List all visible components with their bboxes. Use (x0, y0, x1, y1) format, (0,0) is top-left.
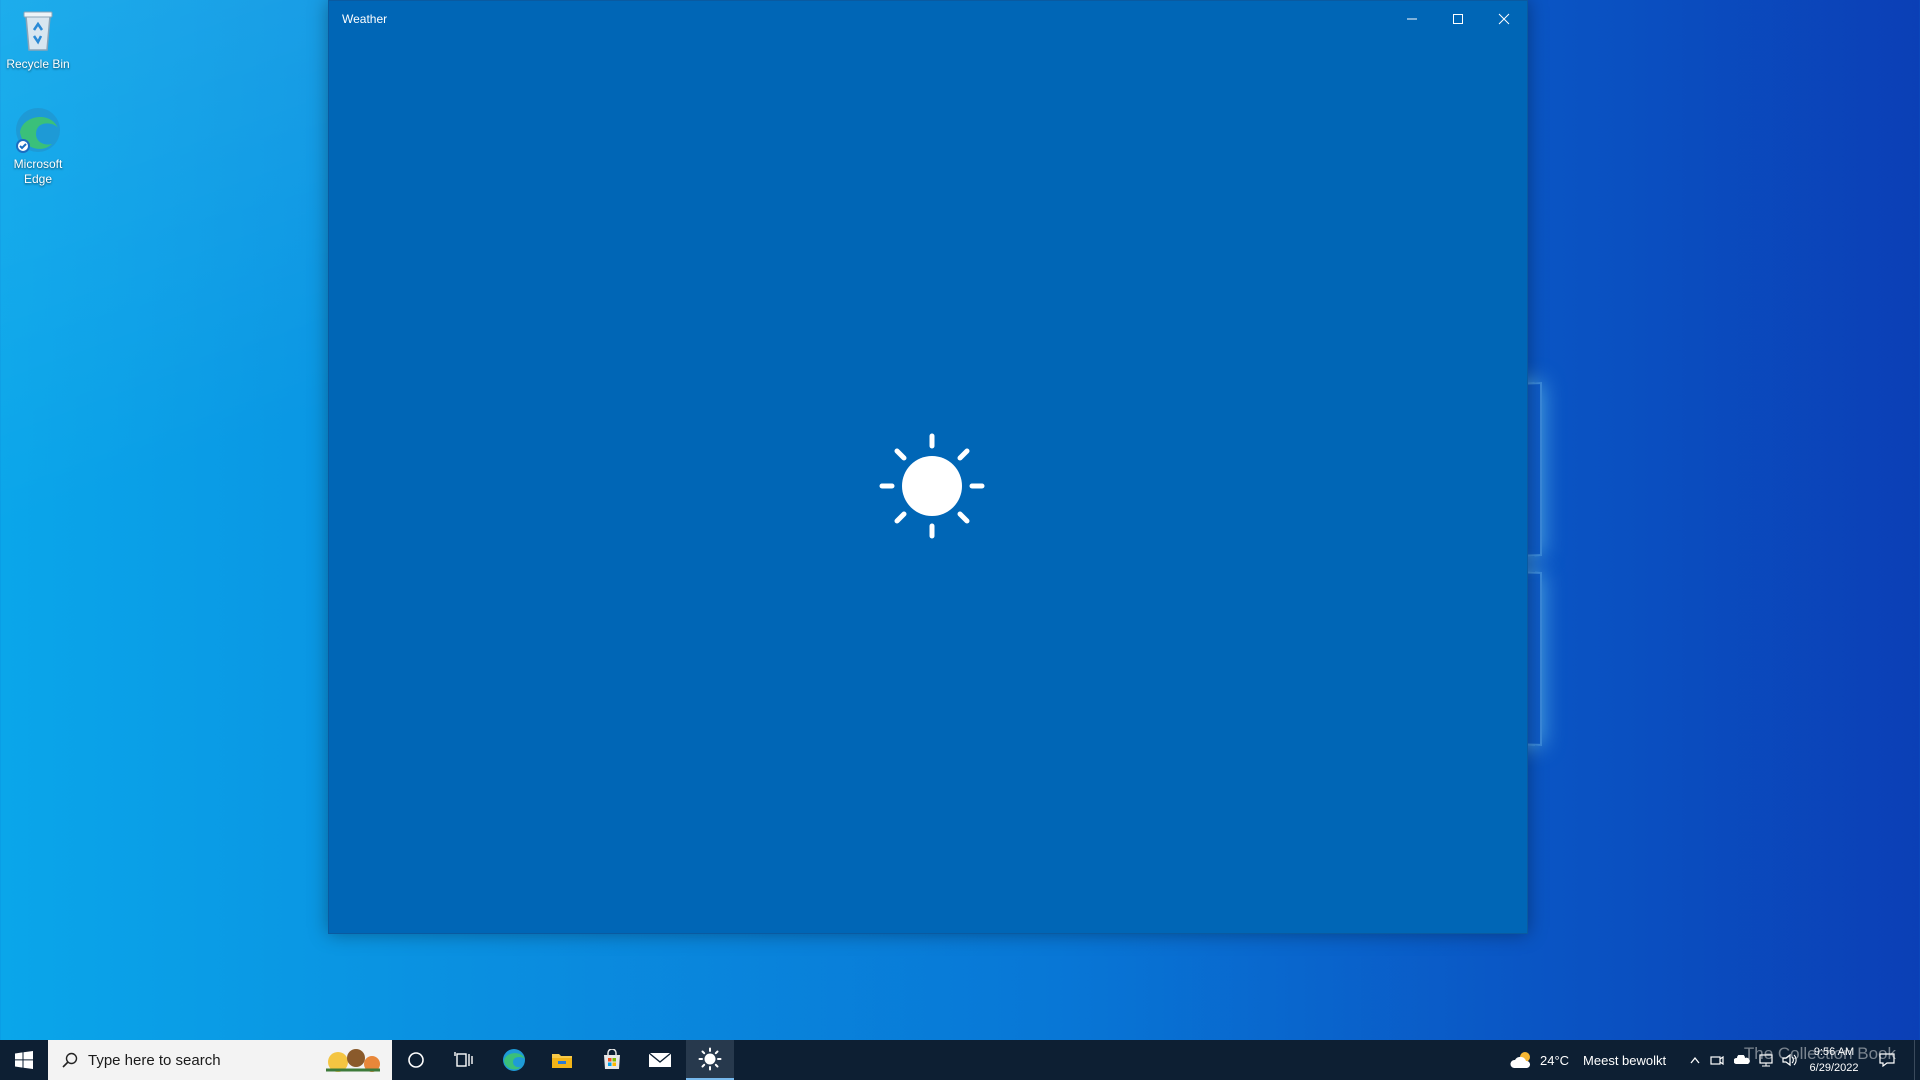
search-icon (62, 1052, 78, 1068)
weather-icon (698, 1047, 722, 1071)
action-center-button[interactable] (1872, 1040, 1902, 1080)
cortana-button[interactable] (392, 1040, 440, 1080)
mail-icon (648, 1052, 672, 1067)
task-view-icon (454, 1052, 473, 1067)
taskbar: Type here to search 24°C Meest bewolkt T… (0, 1040, 1920, 1080)
title-bar[interactable]: Weather (329, 1, 1527, 37)
taskbar-file-explorer-button[interactable] (538, 1040, 586, 1080)
windows-start-icon (15, 1051, 33, 1069)
show-desktop-button[interactable] (1914, 1040, 1920, 1080)
weather-temperature: 24°C (1540, 1052, 1570, 1068)
search-placeholder: Type here to search (88, 1051, 221, 1069)
show-hidden-icons-button[interactable] (1684, 1040, 1706, 1080)
maximize-button[interactable] (1435, 1, 1481, 37)
maximize-icon (1453, 14, 1463, 24)
desktop-icon-edge[interactable]: Microsoft Edge (0, 106, 76, 187)
notification-icon (1879, 1053, 1895, 1067)
weather-window: Weather (328, 0, 1528, 934)
edge-icon (503, 1049, 525, 1071)
taskbar-mail-button[interactable] (636, 1040, 684, 1080)
desktop-icon-recycle-bin[interactable]: Recycle Bin (0, 6, 76, 72)
weather-condition: Meest bewolkt (1583, 1052, 1667, 1068)
minimize-button[interactable] (1389, 1, 1435, 37)
edge-icon (14, 106, 62, 154)
taskbar-edge-button[interactable] (490, 1040, 538, 1080)
taskbar-store-button[interactable] (588, 1040, 636, 1080)
store-icon (604, 1049, 620, 1069)
desktop-icon-label: Microsoft Edge (13, 157, 63, 186)
chevron-up-icon (1690, 1056, 1700, 1064)
sun-icon (879, 433, 985, 539)
task-view-button[interactable] (440, 1040, 488, 1080)
desktop-icon-label: Recycle Bin (6, 57, 70, 71)
minimize-icon (1407, 18, 1417, 20)
clock-time: 9:56 AM (1813, 1046, 1855, 1058)
window-title: Weather (342, 12, 388, 26)
weather-widget[interactable]: 24°C Meest bewolkt (1510, 1040, 1680, 1080)
cortana-icon (408, 1052, 424, 1068)
start-button[interactable] (0, 1040, 48, 1080)
clock-date: 6/29/2022 (1809, 1062, 1859, 1074)
cloud-sun-icon (1510, 1052, 1531, 1068)
close-button[interactable] (1481, 1, 1527, 37)
file-explorer-icon (552, 1054, 572, 1068)
meet-icon (1710, 1055, 1724, 1066)
search-highlight-art-icon (326, 1049, 380, 1072)
taskbar-weather-button[interactable] (686, 1040, 734, 1080)
close-icon (1498, 13, 1510, 25)
meet-now-button[interactable] (1706, 1040, 1728, 1080)
recycle-bin-icon (14, 6, 62, 54)
search-box[interactable]: Type here to search (48, 1040, 392, 1080)
clock[interactable]: 9:56 AM 6/29/2022 (1802, 1044, 1866, 1076)
